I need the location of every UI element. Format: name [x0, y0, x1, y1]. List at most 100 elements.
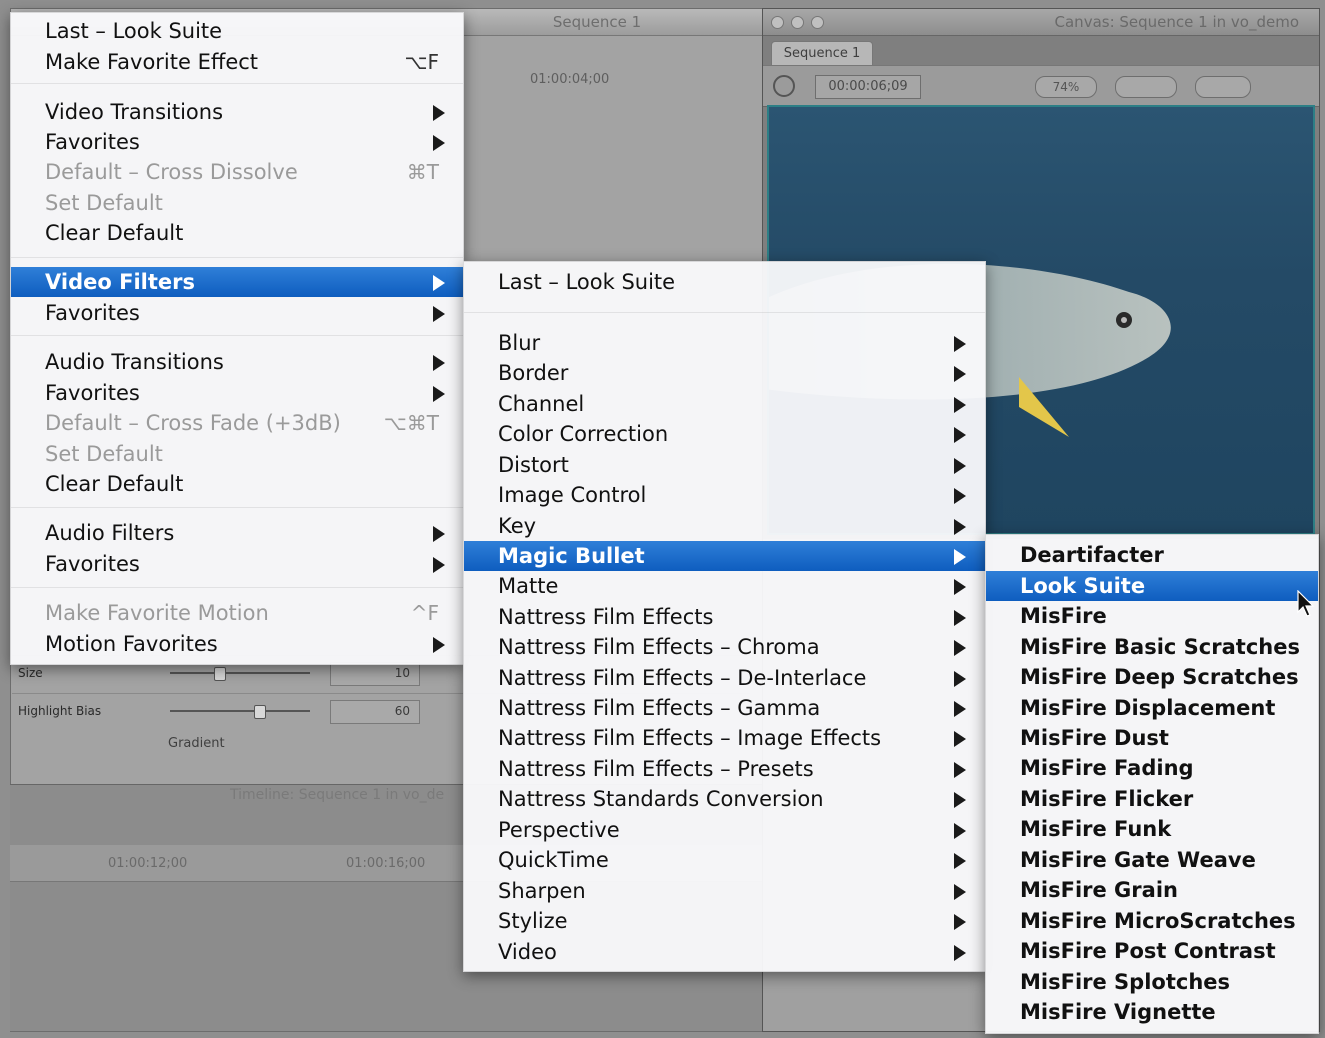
- menu-item-deartifacter[interactable]: Deartifacter: [986, 540, 1318, 570]
- triangle-right-icon: [954, 579, 966, 595]
- menu-item-label: Stylize: [498, 909, 568, 933]
- menu-item-misfire[interactable]: MisFire: [986, 601, 1318, 631]
- menu-item-shortcut: ^F: [410, 601, 439, 625]
- menu-item-magic-bullet[interactable]: Magic Bullet: [464, 541, 985, 571]
- menu-item-nattress-standards-conversion[interactable]: Nattress Standards Conversion: [464, 784, 985, 814]
- menu-item-label: Nattress Film Effects – Chroma: [498, 635, 820, 659]
- menu-item-nattress-presets[interactable]: Nattress Film Effects – Presets: [464, 754, 985, 784]
- menu-item-favorites[interactable]: Favorites: [11, 378, 463, 408]
- menu-item-nattress-gamma[interactable]: Nattress Film Effects – Gamma: [464, 693, 985, 723]
- menu-item-label: Nattress Film Effects: [498, 605, 714, 629]
- video-filters-submenu: Last – Look Suite Blur Border Channel Co…: [463, 261, 986, 972]
- menu-item-favorites[interactable]: Favorites: [11, 549, 463, 579]
- menu-item-blur[interactable]: Blur: [464, 328, 985, 358]
- menu-item-matte[interactable]: Matte: [464, 571, 985, 601]
- menu-item-look-suite[interactable]: Look Suite: [986, 571, 1318, 601]
- menu-item-stylize[interactable]: Stylize: [464, 906, 985, 936]
- menu-item-video-filters[interactable]: Video Filters: [11, 267, 463, 297]
- menu-item-clear-default[interactable]: Clear Default: [11, 469, 463, 499]
- menu-item-label: MisFire Splotches: [1020, 970, 1231, 994]
- triangle-right-icon: [954, 610, 966, 626]
- triangle-right-icon: [433, 275, 445, 291]
- menu-item-audio-filters[interactable]: Audio Filters: [11, 518, 463, 548]
- canvas-timecode-field[interactable]: 00:00:06;09: [815, 75, 921, 99]
- menu-item-last-look-suite[interactable]: Last – Look Suite: [464, 267, 985, 297]
- tab-sequence-1[interactable]: Sequence 1: [771, 41, 873, 66]
- menu-item-misfire-funk[interactable]: MisFire Funk: [986, 814, 1318, 844]
- menu-item-key[interactable]: Key: [464, 511, 985, 541]
- menu-item-label: MisFire: [1020, 604, 1107, 628]
- menu-item-perspective[interactable]: Perspective: [464, 815, 985, 845]
- menu-item-video[interactable]: Video: [464, 937, 985, 967]
- param-slider[interactable]: [170, 705, 310, 719]
- menu-item-label: MisFire Gate Weave: [1020, 848, 1256, 872]
- menu-item-color-correction[interactable]: Color Correction: [464, 419, 985, 449]
- timeline-timecode: 01:00:16;00: [346, 856, 426, 871]
- menu-item-misfire-post-contrast[interactable]: MisFire Post Contrast: [986, 936, 1318, 966]
- menu-item-last-look-suite[interactable]: Last – Look Suite: [11, 16, 463, 46]
- param-value: 60: [394, 704, 410, 718]
- minimize-window-icon[interactable]: [791, 16, 804, 29]
- triangle-right-icon: [954, 884, 966, 900]
- triangle-right-icon: [433, 637, 445, 653]
- menu-item-misfire-fading[interactable]: MisFire Fading: [986, 753, 1318, 783]
- menu-item-label: Image Control: [498, 483, 647, 507]
- param-slider[interactable]: [170, 667, 310, 681]
- view-popup[interactable]: [1115, 76, 1177, 98]
- triangle-right-icon: [954, 366, 966, 382]
- triangle-right-icon: [954, 731, 966, 747]
- menu-item-nattress-de-interlace[interactable]: Nattress Film Effects – De-Interlace: [464, 663, 985, 693]
- menu-item-misfire-displacement[interactable]: MisFire Displacement: [986, 693, 1318, 723]
- menu-item-misfire-vignette[interactable]: MisFire Vignette: [986, 997, 1318, 1027]
- triangle-right-icon: [954, 427, 966, 443]
- menu-item-misfire-gate-weave[interactable]: MisFire Gate Weave: [986, 845, 1318, 875]
- menu-item-misfire-basic-scratches[interactable]: MisFire Basic Scratches: [986, 632, 1318, 662]
- menu-item-make-favorite-effect[interactable]: Make Favorite Effect ⌥F: [11, 47, 463, 77]
- menu-item-audio-transitions[interactable]: Audio Transitions: [11, 347, 463, 377]
- menu-item-misfire-dust[interactable]: MisFire Dust: [986, 723, 1318, 753]
- menu-item-label: Set Default: [45, 442, 163, 466]
- menu-item-label: Nattress Film Effects – Image Effects: [498, 726, 882, 750]
- menu-item-label: Audio Transitions: [45, 350, 224, 374]
- menu-item-quicktime[interactable]: QuickTime: [464, 845, 985, 875]
- menu-item-label: Key: [498, 514, 537, 538]
- menu-item-default-cross-fade: Default – Cross Fade (+3dB) ⌥⌘T: [11, 408, 463, 438]
- menu-item-video-transitions[interactable]: Video Transitions: [11, 97, 463, 127]
- zoom-window-icon[interactable]: [811, 16, 824, 29]
- menu-item-label: Favorites: [45, 381, 140, 405]
- menu-item-label: Favorites: [45, 552, 140, 576]
- display-popup[interactable]: [1195, 76, 1251, 98]
- menu-item-misfire-microscratches[interactable]: MisFire MicroScratches: [986, 906, 1318, 936]
- menu-item-channel[interactable]: Channel: [464, 389, 985, 419]
- canvas-toolbar: 00:00:06;09 74%: [763, 65, 1319, 107]
- menu-item-clear-default[interactable]: Clear Default: [11, 218, 463, 248]
- gradient-label: Gradient: [168, 736, 225, 751]
- triangle-right-icon: [433, 105, 445, 121]
- menu-item-misfire-flicker[interactable]: MisFire Flicker: [986, 784, 1318, 814]
- magic-bullet-submenu: Deartifacter Look Suite MisFire MisFire …: [985, 534, 1319, 1034]
- triangle-right-icon: [954, 853, 966, 869]
- menu-item-favorites[interactable]: Favorites: [11, 298, 463, 328]
- menu-item-image-control[interactable]: Image Control: [464, 480, 985, 510]
- triangle-right-icon: [433, 135, 445, 151]
- menu-item-misfire-grain[interactable]: MisFire Grain: [986, 875, 1318, 905]
- triangle-right-icon: [954, 823, 966, 839]
- menu-item-nattress-image-effects[interactable]: Nattress Film Effects – Image Effects: [464, 723, 985, 753]
- menu-item-misfire-deep-scratches[interactable]: MisFire Deep Scratches: [986, 662, 1318, 692]
- menu-item-border[interactable]: Border: [464, 358, 985, 388]
- triangle-right-icon: [954, 671, 966, 687]
- menu-item-sharpen[interactable]: Sharpen: [464, 876, 985, 906]
- close-window-icon[interactable]: [771, 16, 784, 29]
- menu-item-favorites[interactable]: Favorites: [11, 127, 463, 157]
- menu-item-label: Default – Cross Fade (+3dB): [45, 411, 341, 435]
- menu-item-nattress-chroma[interactable]: Nattress Film Effects – Chroma: [464, 632, 985, 662]
- menu-item-label: Video Filters: [45, 270, 195, 294]
- menu-item-motion-favorites[interactable]: Motion Favorites: [11, 629, 463, 659]
- triangle-right-icon: [433, 386, 445, 402]
- menu-item-misfire-splotches[interactable]: MisFire Splotches: [986, 967, 1318, 997]
- triangle-right-icon: [954, 792, 966, 808]
- menu-item-distort[interactable]: Distort: [464, 450, 985, 480]
- zoom-popup[interactable]: 74%: [1035, 76, 1097, 98]
- triangle-right-icon: [954, 519, 966, 535]
- menu-item-nattress-film-effects[interactable]: Nattress Film Effects: [464, 602, 985, 632]
